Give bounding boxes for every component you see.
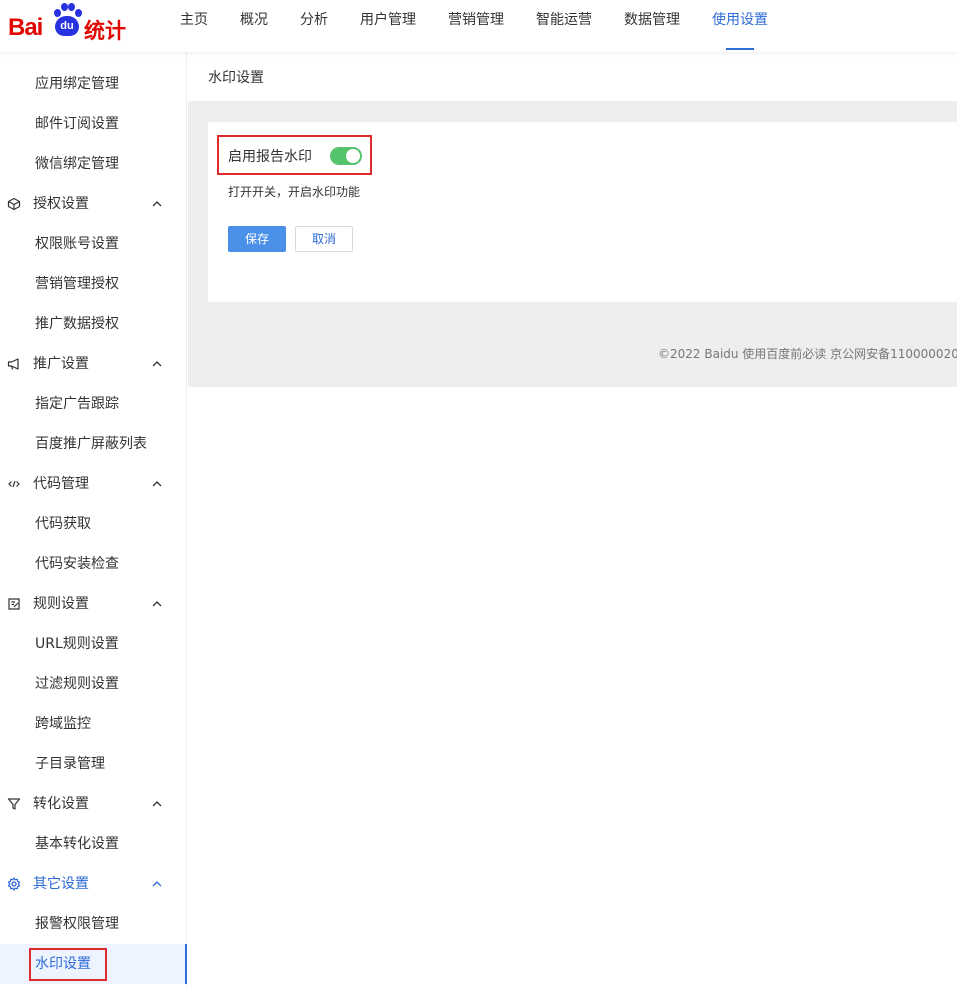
nav-item-settings[interactable]: 使用设置: [712, 0, 768, 52]
sidebar-group-label: 转化设置: [33, 796, 89, 812]
sidebar-item-label: 跨域监控: [35, 716, 91, 732]
sidebar-group-label: 其它设置: [33, 876, 89, 892]
sidebar-group-other-settings[interactable]: 其它设置: [0, 864, 187, 904]
highlight-box-toggle: [217, 135, 372, 175]
sidebar-item-label: 子目录管理: [35, 756, 105, 772]
sidebar-item-promotion-blocklist[interactable]: 百度推广屏蔽列表: [0, 424, 187, 464]
nav-item-smart-ops[interactable]: 智能运营: [536, 0, 592, 52]
nav-item-user-management[interactable]: 用户管理: [360, 0, 416, 52]
megaphone-icon: [7, 358, 19, 370]
sidebar-item-label: 营销管理授权: [35, 276, 119, 292]
footer-copyright[interactable]: ©2022 Baidu 使用百度前必读 京公网安备11000002000001号: [658, 345, 957, 362]
sidebar-item-label: 基本转化设置: [35, 836, 119, 852]
watermark-hint: 打开开关，开启水印功能: [228, 185, 361, 199]
paw-icon: du: [52, 3, 82, 37]
sidebar-item-label: 水印设置: [35, 956, 91, 972]
sidebar-group-promotion[interactable]: 推广设置: [0, 344, 187, 384]
sidebar-item-label: 应用绑定管理: [35, 76, 119, 92]
cube-icon: [7, 197, 21, 211]
logo-du-text: du: [55, 16, 79, 36]
content-area: 启用报告水印 打开开关，开启水印功能 保存 取消 ©2022 Baidu 使用百…: [188, 102, 957, 387]
sidebar: 应用绑定管理 邮件订阅设置 微信绑定管理 授权设置 权限账号设置 营销管理授权 …: [0, 52, 187, 987]
main-content: 水印设置 启用报告水印 打开开关，开启水印功能 保存 取消 ©2022 Baid…: [188, 52, 957, 987]
sidebar-item-cross-domain[interactable]: 跨域监控: [0, 704, 187, 744]
sidebar-item-get-code[interactable]: 代码获取: [0, 504, 187, 544]
sidebar-item-subdirectory[interactable]: 子目录管理: [0, 744, 187, 784]
sidebar-item-label: 代码安装检查: [35, 556, 119, 572]
sidebar-item-label: 过滤规则设置: [35, 676, 119, 692]
sidebar-item-promotion-data-authorization[interactable]: 推广数据授权: [0, 304, 187, 344]
sidebar-group-code-management[interactable]: 代码管理: [0, 464, 187, 504]
sidebar-item-label: 指定广告跟踪: [35, 396, 119, 412]
nav-item-analysis[interactable]: 分析: [300, 0, 328, 52]
sidebar-item-basic-conversion[interactable]: 基本转化设置: [0, 824, 187, 864]
sidebar-item-email-subscription[interactable]: 邮件订阅设置: [0, 104, 187, 144]
logo-tongji-text: 统计: [84, 19, 126, 43]
nav-item-marketing[interactable]: 营销管理: [448, 0, 504, 52]
chevron-up-icon: [152, 601, 162, 607]
sidebar-item-watermark[interactable]: 水印设置: [0, 944, 187, 984]
nav-item-overview[interactable]: 概况: [240, 0, 268, 52]
logo-bai-text: Bai: [8, 14, 43, 41]
sidebar-item-marketing-authorization[interactable]: 营销管理授权: [0, 264, 187, 304]
sidebar-item-ad-tracking[interactable]: 指定广告跟踪: [0, 384, 187, 424]
nav-item-home[interactable]: 主页: [180, 0, 208, 52]
page-header: 水印设置: [188, 52, 957, 102]
active-indicator: [185, 944, 187, 984]
chevron-up-icon: [152, 801, 162, 807]
page-title: 水印设置: [208, 70, 264, 86]
chevron-up-icon: [152, 481, 162, 487]
chevron-up-icon: [152, 201, 162, 207]
sidebar-item-label: 推广数据授权: [35, 316, 119, 332]
sidebar-item-code-install-check[interactable]: 代码安装检查: [0, 544, 187, 584]
funnel-icon: [7, 798, 21, 810]
sidebar-group-authorization[interactable]: 授权设置: [0, 184, 187, 224]
sidebar-item-app-binding[interactable]: 应用绑定管理: [0, 64, 187, 104]
top-navbar: Bai du 统计 主页 概况 分析 用户管理 营销管理 智能运营 数据管理 使…: [0, 0, 957, 52]
sidebar-group-label: 推广设置: [33, 356, 89, 372]
nav-item-data-management[interactable]: 数据管理: [624, 0, 680, 52]
gear-icon: [7, 877, 21, 891]
sidebar-item-label: 报警权限管理: [35, 916, 119, 932]
main-nav: 主页 概况 分析 用户管理 营销管理 智能运营 数据管理 使用设置: [180, 0, 800, 52]
sidebar-group-label: 授权设置: [33, 196, 89, 212]
chevron-up-icon: [152, 881, 162, 887]
sidebar-item-permission-accounts[interactable]: 权限账号设置: [0, 224, 187, 264]
sidebar-item-label: 微信绑定管理: [35, 156, 119, 172]
code-icon: [8, 480, 20, 488]
save-button[interactable]: 保存: [228, 226, 286, 252]
cancel-button[interactable]: 取消: [295, 226, 353, 252]
edit-doc-icon: [8, 598, 20, 610]
sidebar-item-alert-permissions[interactable]: 报警权限管理: [0, 904, 187, 944]
sidebar-item-label: URL规则设置: [35, 636, 119, 652]
sidebar-item-wechat-binding[interactable]: 微信绑定管理: [0, 144, 187, 184]
sidebar-item-label: 百度推广屏蔽列表: [35, 436, 147, 452]
sidebar-item-label: 权限账号设置: [35, 236, 119, 252]
watermark-settings-card: 启用报告水印 打开开关，开启水印功能 保存 取消: [208, 122, 957, 302]
sidebar-item-filter-rules[interactable]: 过滤规则设置: [0, 664, 187, 704]
baidu-tongji-logo[interactable]: Bai du 统计: [8, 2, 133, 50]
sidebar-group-label: 规则设置: [33, 596, 89, 612]
sidebar-group-conversion[interactable]: 转化设置: [0, 784, 187, 824]
sidebar-item-url-rules[interactable]: URL规则设置: [0, 624, 187, 664]
sidebar-group-label: 代码管理: [33, 476, 89, 492]
sidebar-item-label: 代码获取: [35, 516, 91, 532]
sidebar-item-label: 邮件订阅设置: [35, 116, 119, 132]
sidebar-group-rules[interactable]: 规则设置: [0, 584, 187, 624]
chevron-up-icon: [152, 361, 162, 367]
